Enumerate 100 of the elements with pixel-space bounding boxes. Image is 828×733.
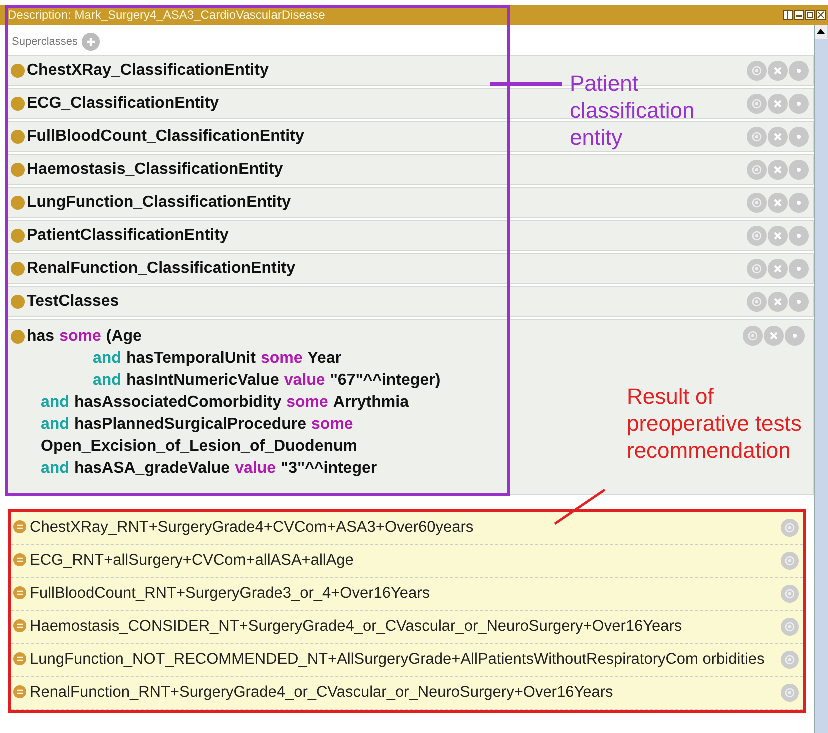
inferred-row[interactable]: RenalFunction_RNT+SurgeryGrade4_or_CVascular_or_NeuroSurgery+Over16Years (11, 677, 803, 710)
scrollbar[interactable] (814, 25, 828, 733)
close-icon (773, 264, 783, 274)
at-sign-icon (784, 621, 796, 633)
close-icon (773, 164, 783, 174)
annotate-button[interactable] (747, 258, 767, 278)
plus-icon (86, 37, 96, 47)
class-icon (11, 262, 25, 276)
inferred-class-icon (13, 619, 27, 633)
annotate-button[interactable] (781, 618, 799, 636)
superclass-label: PatientClassificationEntity (27, 226, 229, 244)
at-sign-icon (747, 330, 759, 342)
delete-button[interactable] (768, 292, 788, 312)
class-expression-row[interactable] (6, 319, 814, 495)
expression-term: has (27, 328, 55, 346)
edit-button[interactable] (789, 258, 809, 278)
inferred-class-icon (13, 520, 27, 534)
annotate-button[interactable] (781, 684, 799, 702)
edit-button[interactable] (789, 226, 809, 246)
inferred-row[interactable]: ECG_RNT+allSurgery+CVCom+allASA+allAge (11, 545, 803, 578)
close-icon[interactable] (816, 10, 826, 20)
expression-keyword: some (60, 328, 102, 346)
delete-button[interactable] (764, 326, 784, 346)
dot-icon (791, 332, 799, 340)
inferred-label: ECG_RNT+allSurgery+CVCom+allASA+allAge (30, 551, 355, 571)
edit-button[interactable] (789, 126, 809, 146)
annotation-text: Result of preoperative tests recommendation (627, 383, 803, 464)
at-sign-icon (751, 130, 763, 142)
expression-keyword: value (235, 460, 276, 478)
inferred-class-icon (13, 685, 27, 699)
at-sign-icon (751, 296, 763, 308)
edit-button[interactable] (789, 160, 809, 180)
close-icon (773, 198, 783, 208)
annotate-button[interactable] (747, 192, 767, 212)
close-icon (773, 296, 783, 306)
dot-icon (795, 132, 803, 140)
annotate-button[interactable] (781, 585, 799, 603)
annotate-button[interactable] (743, 326, 763, 346)
edit-button[interactable] (785, 326, 805, 346)
edit-button[interactable] (789, 60, 809, 80)
expression-term: "3"^^integer (281, 460, 378, 478)
inferred-label: ChestXRay_RNT+SurgeryGrade4+CVCom+ASA3+Over60years (30, 518, 475, 538)
delete-button[interactable] (768, 226, 788, 246)
annotate-button[interactable] (747, 60, 767, 80)
delete-button[interactable] (768, 60, 788, 80)
maximize-icon[interactable] (805, 10, 815, 20)
inferred-row[interactable]: ChestXRay_RNT+SurgeryGrade4+CVCom+ASA3+Over60years (11, 512, 803, 545)
close-icon (773, 230, 783, 240)
inferred-row[interactable]: Haemostasis_CONSIDER_NT+SurgeryGrade4_or_CVascular_or_NeuroSurgery+Over16Years (11, 611, 803, 644)
add-button[interactable] (82, 33, 100, 51)
close-icon (773, 132, 783, 142)
at-sign-icon (784, 654, 796, 666)
expression-term: Arrythmia (333, 394, 409, 412)
minimize-icon[interactable] (794, 10, 804, 20)
annotate-button[interactable] (747, 226, 767, 246)
delete-button[interactable] (768, 192, 788, 212)
scroll-up-icon[interactable] (815, 25, 827, 39)
expression-term: "67"^^integer) (330, 372, 441, 390)
annotate-button[interactable] (781, 552, 799, 570)
at-sign-icon (751, 64, 763, 76)
delete-button[interactable] (768, 258, 788, 278)
delete-button[interactable] (768, 160, 788, 180)
class-icon (11, 162, 25, 176)
superclass-label: LungFunction_ClassificationEntity (27, 194, 292, 212)
superclass-label: Haemostasis_ClassificationEntity (27, 160, 284, 178)
split-icon[interactable] (783, 10, 793, 20)
expression-keyword: and (41, 416, 70, 434)
expression-keyword: and (41, 394, 70, 412)
dot-icon (795, 166, 803, 174)
inferred-label: Haemostasis_CONSIDER_NT+SurgeryGrade4_or_CVascular_or_NeuroSurgery+Over16Years (30, 617, 684, 637)
inferred-row[interactable]: FullBloodCount_RNT+SurgeryGrade3_or_4+Over16Years (11, 578, 803, 611)
superclass-label: ECG_ClassificationEntity (27, 94, 220, 112)
annotate-button[interactable] (747, 160, 767, 180)
edit-button[interactable] (789, 292, 809, 312)
expression-term: hasAssociatedComorbidity (74, 394, 282, 412)
annotate-button[interactable] (747, 292, 767, 312)
expression-term: Year (308, 350, 342, 368)
dot-icon (795, 298, 803, 306)
annotate-button[interactable] (747, 126, 767, 146)
annotate-button[interactable] (781, 651, 799, 669)
expression-term: hasASA_gradeValue (74, 460, 230, 478)
annotate-button[interactable] (781, 519, 799, 537)
at-sign-icon (784, 588, 796, 600)
delete-button[interactable] (768, 94, 788, 114)
edit-button[interactable] (789, 192, 809, 212)
section-label: Superclasses (12, 36, 78, 48)
expression-keyword: and (93, 372, 122, 390)
expression-keyword: some (286, 394, 328, 412)
leader-line (490, 80, 562, 88)
expression-keyword: value (284, 372, 326, 390)
expression-term: hasIntNumericValue (126, 372, 280, 390)
annotate-button[interactable] (747, 94, 767, 114)
edit-button[interactable] (789, 94, 809, 114)
delete-button[interactable] (768, 126, 788, 146)
expression-term: Open_Excision_of_Lesion_of_Duodenum (41, 438, 358, 456)
at-sign-icon (751, 196, 763, 208)
inferred-row[interactable]: LungFunction_NOT_RECOMMENDED_NT+AllSurgeryGrade+AllPatientsWithoutRespiratoryCom orbidities (11, 644, 803, 677)
dot-icon (795, 264, 803, 272)
expression-term: hasPlannedSurgicalProcedure (74, 416, 307, 434)
expression-keyword: and (41, 460, 70, 478)
